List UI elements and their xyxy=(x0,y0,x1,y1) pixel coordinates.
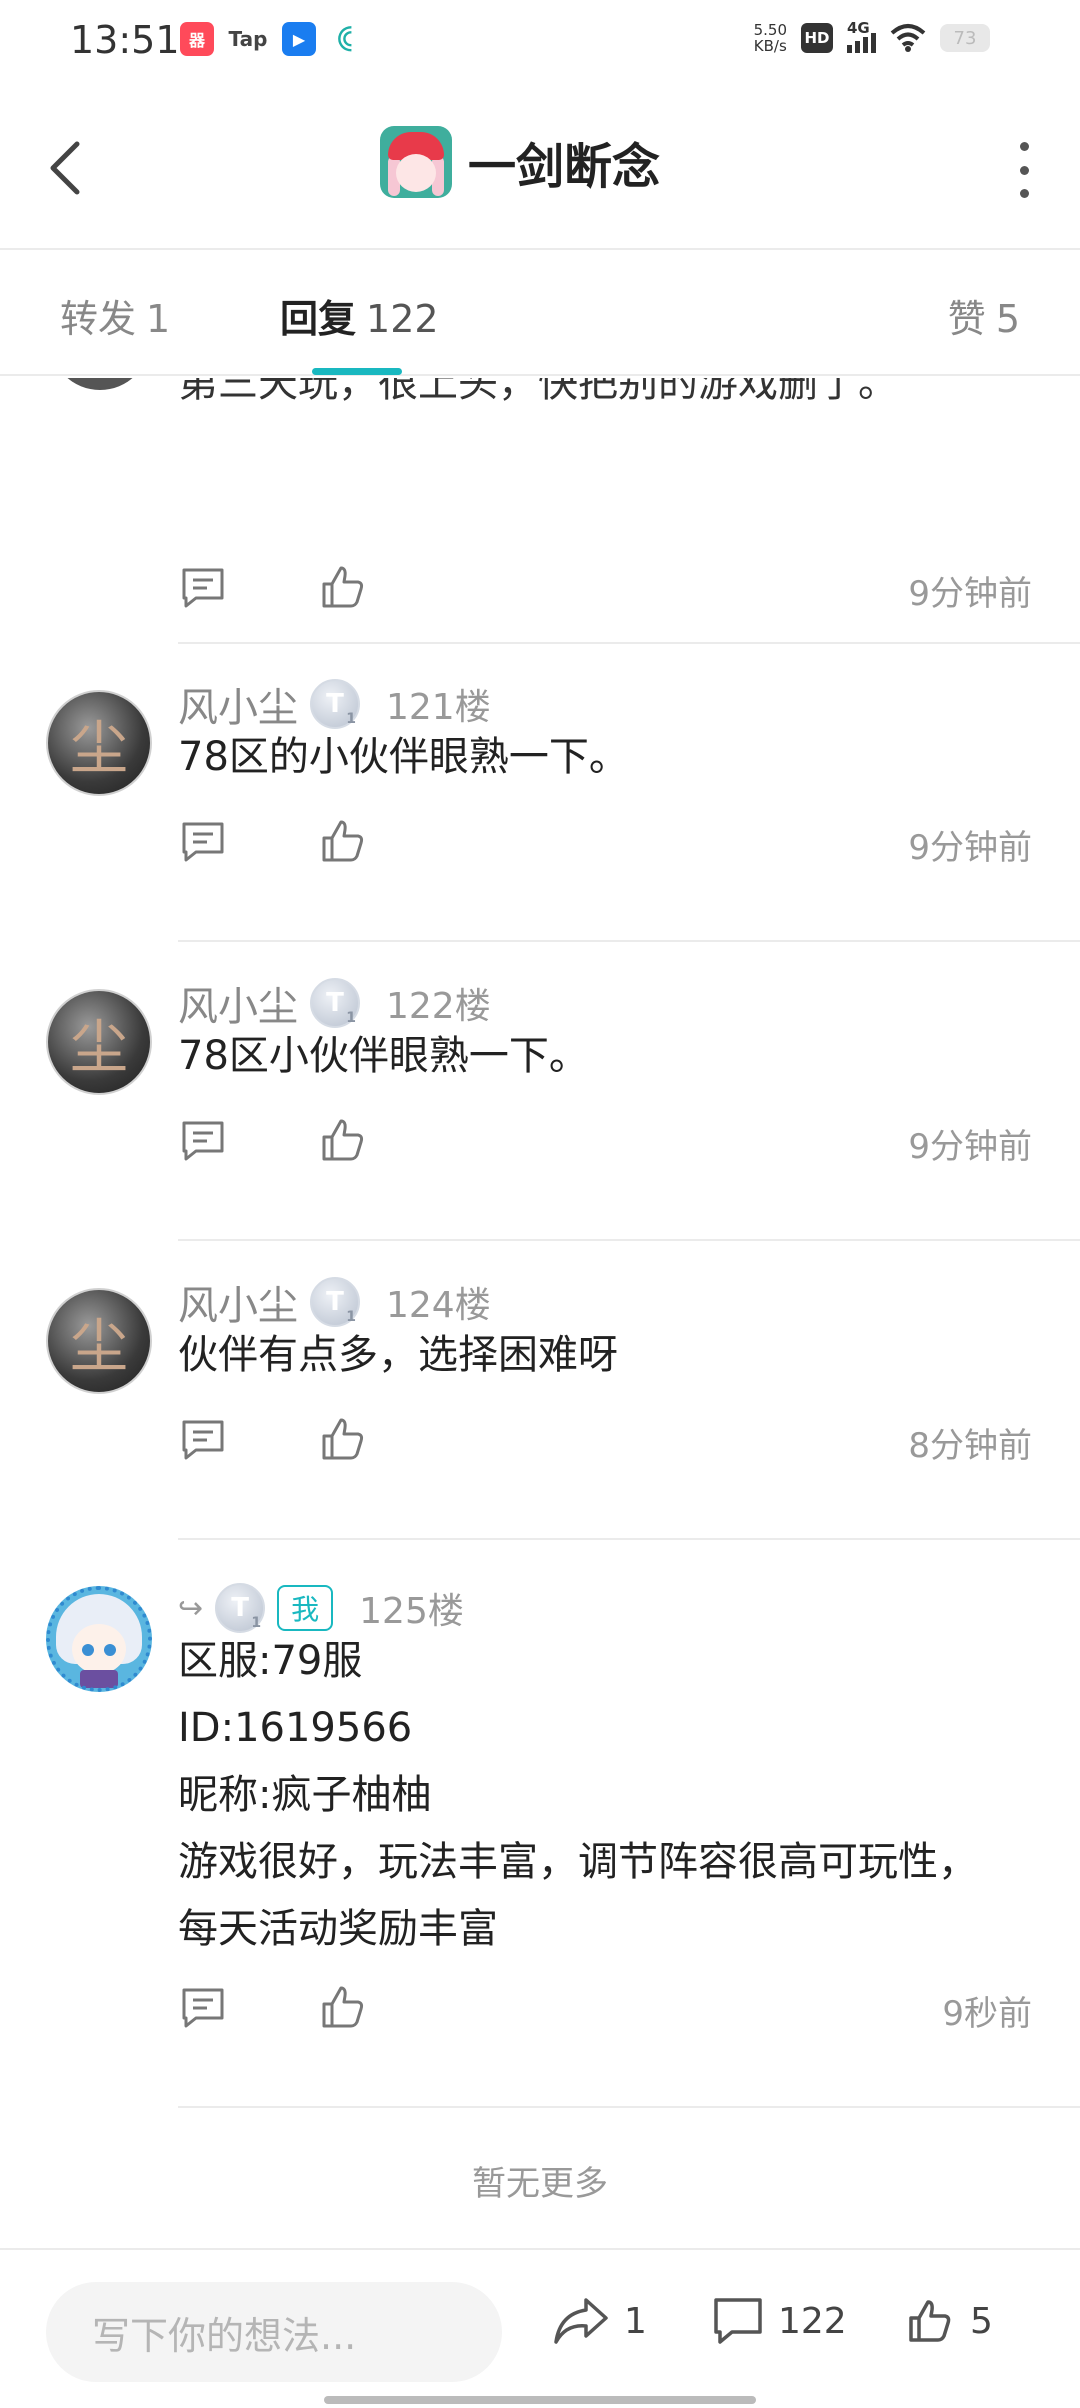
comment-icon xyxy=(714,2298,762,2344)
thumbs-up-icon[interactable] xyxy=(318,1115,368,1165)
share-count: 1 xyxy=(624,2300,647,2342)
status-indicators: 5.50 KB/s HD 4G 73 xyxy=(753,19,990,55)
post-time: 8分钟前 xyxy=(908,1426,1032,1466)
taptap-icon: Tap xyxy=(228,27,268,51)
battery-icon: 73 xyxy=(940,24,990,52)
floor-number: 125楼 xyxy=(359,1591,464,1632)
bottom-action-bar: 写下你的想法... 1 122 5 xyxy=(0,2248,1080,2408)
divider xyxy=(178,1538,1080,1540)
avatar[interactable]: 尘 xyxy=(46,690,152,796)
game-icon xyxy=(380,126,452,198)
list-item: 第三天玩，很上头，快把别的游戏删了。 9分钟前 xyxy=(0,378,1080,642)
page-title: 一剑断念 xyxy=(468,139,661,195)
blue-app-icon: ▶ xyxy=(282,22,316,56)
floor-number: 124楼 xyxy=(386,1285,491,1326)
forward-arrow-icon: ↪ xyxy=(178,1590,204,1626)
comment-icon[interactable] xyxy=(178,816,228,866)
status-bar: 13:51 器 Tap ▶ ꀯ 5.50 KB/s HD 4G 73 xyxy=(0,0,1080,86)
thumbs-up-icon[interactable] xyxy=(318,1414,368,1464)
post-time: 9分钟前 xyxy=(908,574,1032,614)
status-app-icons: 器 Tap ▶ ꀯ xyxy=(180,22,362,58)
home-indicator[interactable] xyxy=(324,2396,756,2404)
wifi-icon xyxy=(890,24,926,52)
post-actions: 9分钟前 xyxy=(178,562,1038,622)
post-actions: 9秒前 xyxy=(178,1982,1038,2042)
level-badge-icon: T1 xyxy=(215,1583,266,1633)
post-time: 9分钟前 xyxy=(908,1127,1032,1167)
avatar[interactable] xyxy=(50,378,150,390)
tab-forward[interactable]: 转发 1 xyxy=(60,288,170,343)
post-content: 伙伴有点多，选择困难呀 xyxy=(178,1332,618,1378)
thumbs-up-icon[interactable] xyxy=(318,816,368,866)
comment-icon[interactable] xyxy=(178,1115,228,1165)
thumbs-up-icon xyxy=(909,2300,951,2342)
avatar[interactable]: 尘 xyxy=(46,1288,152,1394)
comment-icon[interactable] xyxy=(178,562,228,612)
net-speed: 5.50 KB/s xyxy=(753,21,787,55)
tab-active-indicator xyxy=(312,368,402,375)
avatar[interactable] xyxy=(46,1586,152,1692)
thumbs-up-icon[interactable] xyxy=(318,562,368,612)
comment-button[interactable]: 122 xyxy=(712,2296,847,2346)
divider xyxy=(178,642,1080,644)
floor-number: 122楼 xyxy=(386,986,491,1027)
post-actions: 9分钟前 xyxy=(178,1115,1038,1175)
hd-icon: HD xyxy=(801,23,833,53)
comment-input[interactable]: 写下你的想法... xyxy=(46,2282,502,2382)
network-type: 4G xyxy=(847,19,870,37)
share-icon xyxy=(554,2298,608,2344)
floor-number: 121楼 xyxy=(386,687,491,728)
tab-like[interactable]: 赞5 xyxy=(948,288,1020,343)
post-content: 第三天玩，很上头，快把别的游戏删了。 xyxy=(178,378,898,406)
post-time: 9秒前 xyxy=(942,1994,1032,2034)
signal-icon: 4G xyxy=(847,19,876,53)
divider xyxy=(178,1239,1080,1241)
post-actions: 8分钟前 xyxy=(178,1414,1038,1474)
back-button[interactable] xyxy=(40,128,90,208)
tab-reply[interactable]: 回复 122 xyxy=(280,288,439,343)
chevron-left-icon xyxy=(50,141,80,195)
me-tag: 我 xyxy=(277,1585,334,1631)
header-title-group[interactable]: 一剑断念 xyxy=(380,126,660,198)
post-actions: 9分钟前 xyxy=(178,816,1038,876)
divider xyxy=(178,2106,1080,2108)
more-options-button[interactable] xyxy=(1004,142,1044,198)
thumbs-up-icon[interactable] xyxy=(318,1982,368,2032)
carrier-icon: ꀯ xyxy=(334,24,356,58)
tab-bar: 转发 1 回复 122 赞5 xyxy=(0,252,1080,376)
post-content: 78区小伙伴眼熟一下。 xyxy=(178,1033,589,1079)
like-count: 5 xyxy=(970,2300,993,2342)
level-badge-icon: T1 xyxy=(310,679,360,729)
comment-icon[interactable] xyxy=(178,1414,228,1464)
divider xyxy=(178,940,1080,942)
comment-count: 122 xyxy=(778,2300,847,2342)
share-button[interactable]: 1 xyxy=(552,2296,647,2346)
comment-icon[interactable] xyxy=(178,1982,228,2032)
app-red-icon: 器 xyxy=(180,22,214,56)
level-badge-icon: T1 xyxy=(310,1277,360,1327)
app-header: 一剑断念 xyxy=(0,86,1080,250)
post-content: 78区的小伙伴眼熟一下。 xyxy=(178,734,629,780)
no-more-text: 暂无更多 xyxy=(472,2164,608,2204)
level-badge-icon: T1 xyxy=(310,978,360,1028)
like-button[interactable]: 5 xyxy=(904,2296,993,2346)
post-time: 9分钟前 xyxy=(908,828,1032,868)
reply-list[interactable]: 第三天玩，很上头，快把别的游戏删了。 9分钟前 尘 风小尘 T1 121楼 78… xyxy=(0,378,1080,2248)
post-content: 区服:79服 ID:1619566 昵称:疯子柚柚 游戏很好，玩法丰富，调节阵容… xyxy=(178,1638,978,1952)
status-time: 13:51 xyxy=(70,18,180,62)
avatar[interactable]: 尘 xyxy=(46,989,152,1095)
